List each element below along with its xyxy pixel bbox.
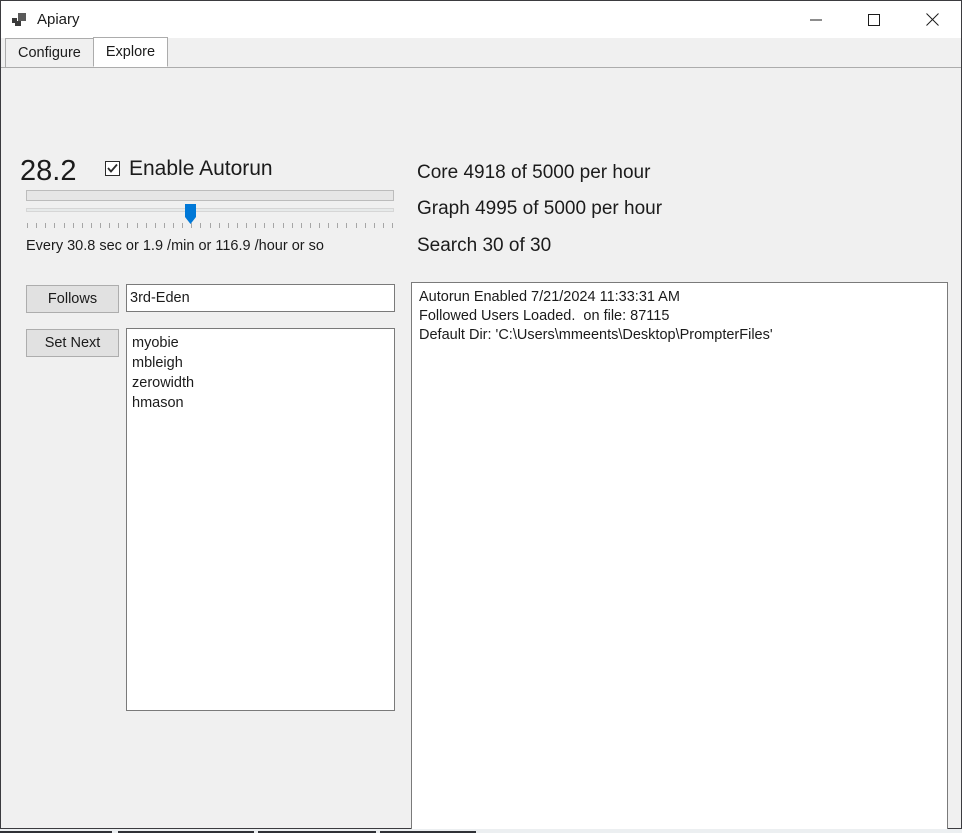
- slider-tick: [118, 223, 119, 228]
- slider-tick: [100, 223, 101, 228]
- screen: Apiary: [0, 0, 962, 833]
- slider-tick: [200, 223, 201, 228]
- slider-tick: [365, 223, 366, 228]
- slider-tick: [273, 223, 274, 228]
- slider-tick: [319, 223, 320, 228]
- enable-autorun-checkbox[interactable]: [105, 161, 120, 176]
- slider-tick: [392, 223, 393, 228]
- check-icon: [107, 163, 118, 174]
- client-area: 28.2 Enable Autorun Eve: [1, 68, 961, 828]
- slider-tick: [91, 223, 92, 228]
- slider-tick: [109, 223, 110, 228]
- slider-tick: [374, 223, 375, 228]
- app-squares-icon: [12, 12, 28, 28]
- slider-tick: [182, 223, 183, 228]
- log-output-box[interactable]: Autorun Enabled 7/21/2024 11:33:31 AMFol…: [411, 282, 948, 833]
- slider-tick: [301, 223, 302, 228]
- slider-tick: [310, 223, 311, 228]
- stat-search-label: Search 30 of 30: [417, 236, 551, 255]
- follows-button[interactable]: Follows: [26, 285, 119, 313]
- slider-tick: [173, 223, 174, 228]
- tab-explore[interactable]: Explore: [93, 37, 168, 67]
- slider-tick: [27, 223, 28, 228]
- stat-core-label: Core 4918 of 5000 per hour: [417, 163, 650, 182]
- slider-tick: [210, 223, 211, 228]
- slider-tick: [64, 223, 65, 228]
- followed-users-list[interactable]: myobiembleighzerowidthhmason: [126, 328, 395, 711]
- slider-tick: [255, 223, 256, 228]
- list-item[interactable]: hmason: [127, 393, 394, 413]
- slider-tick: [45, 223, 46, 228]
- tab-strip: Configure Explore: [1, 38, 961, 68]
- list-item[interactable]: zerowidth: [127, 373, 394, 393]
- enable-autorun-label: Enable Autorun: [129, 158, 273, 179]
- tab-configure[interactable]: Configure: [5, 38, 94, 67]
- slider-tick: [54, 223, 55, 228]
- maximize-icon: [868, 14, 880, 26]
- close-button[interactable]: [903, 1, 961, 38]
- target-user-input[interactable]: [126, 284, 395, 312]
- rate-value-label: 28.2: [20, 157, 76, 186]
- slider-tick: [137, 223, 138, 228]
- enable-autorun-row[interactable]: Enable Autorun: [105, 158, 273, 179]
- log-line: Default Dir: 'C:\Users\mmeents\Desktop\P…: [419, 326, 942, 345]
- log-line: Autorun Enabled 7/21/2024 11:33:31 AM: [419, 288, 942, 307]
- set-next-button[interactable]: Set Next: [26, 329, 119, 357]
- rate-slider-rail[interactable]: [26, 208, 394, 212]
- window-title: Apiary: [37, 12, 80, 27]
- slider-tick: [127, 223, 128, 228]
- slider-tick: [164, 223, 165, 228]
- rate-slider-thumb[interactable]: [185, 204, 196, 224]
- slider-tick: [264, 223, 265, 228]
- stat-graph-label: Graph 4995 of 5000 per hour: [417, 199, 662, 218]
- slider-tick: [283, 223, 284, 228]
- slider-tick: [328, 223, 329, 228]
- slider-tick: [36, 223, 37, 228]
- close-icon: [926, 13, 939, 26]
- log-line: Followed Users Loaded. on file: 87115: [419, 307, 942, 326]
- rate-slider[interactable]: [26, 204, 394, 234]
- slider-tick: [228, 223, 229, 228]
- slider-tick: [337, 223, 338, 228]
- slider-tick: [292, 223, 293, 228]
- slider-tick: [237, 223, 238, 228]
- minimize-button[interactable]: [787, 1, 845, 38]
- slider-tick: [191, 223, 192, 228]
- slider-tick: [219, 223, 220, 228]
- maximize-button[interactable]: [845, 1, 903, 38]
- slider-tick: [73, 223, 74, 228]
- slider-tick: [146, 223, 147, 228]
- apiary-window: Apiary: [0, 0, 962, 829]
- rate-description-label: Every 30.8 sec or 1.9 /min or 116.9 /hou…: [26, 239, 324, 254]
- slider-tick: [356, 223, 357, 228]
- slider-tick: [383, 223, 384, 228]
- desktop-taskbar-sliver: [0, 829, 962, 833]
- slider-tick: [346, 223, 347, 228]
- list-item[interactable]: myobie: [127, 333, 394, 353]
- rate-slider-ticks: [27, 223, 393, 229]
- list-item[interactable]: mbleigh: [127, 353, 394, 373]
- slider-tick: [82, 223, 83, 228]
- slider-tick: [155, 223, 156, 228]
- minimize-icon: [810, 14, 822, 26]
- window-controls: [787, 1, 961, 38]
- title-bar: Apiary: [1, 1, 961, 38]
- autorun-progress-bar: [26, 190, 394, 201]
- slider-tick: [246, 223, 247, 228]
